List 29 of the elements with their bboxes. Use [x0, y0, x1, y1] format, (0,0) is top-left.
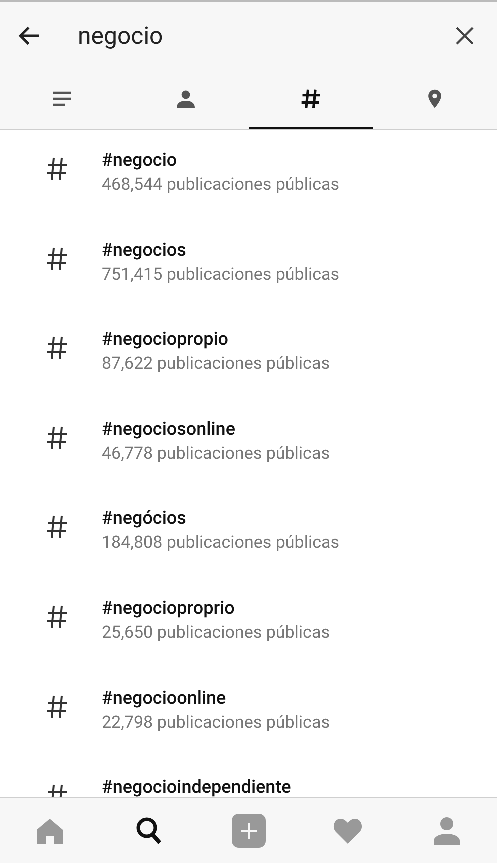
post-count: 87,622 publicaciones públicas	[102, 353, 330, 376]
home-icon[interactable]	[34, 816, 65, 844]
profile-icon[interactable]	[432, 816, 462, 844]
hashtag-icon	[46, 694, 68, 720]
hashtag-icon	[46, 604, 68, 630]
hashtag-name[interactable]: #negocioproprio	[102, 598, 330, 620]
hashtag-icon	[300, 88, 322, 110]
hashtag-name[interactable]: #negócios	[102, 508, 340, 530]
hashtag-name[interactable]: #negociosonline	[102, 418, 330, 441]
hashtag-name[interactable]: #negocioindependiente	[102, 777, 292, 797]
heart-icon[interactable]	[332, 818, 363, 844]
hashtag-name[interactable]: #negocios	[102, 240, 340, 262]
hashtag-icon	[46, 156, 68, 182]
post-count: 468,544 publicaciones públicas	[102, 174, 340, 197]
post-count: 184,808 publicaciones públicas	[102, 532, 340, 556]
post-count: 46,778 publicaciones públicas	[102, 442, 330, 466]
hashtag-name[interactable]: #negociopropio	[102, 329, 330, 352]
hashtag-icon	[46, 246, 68, 272]
post-count: 25,650 publicaciones públicas	[102, 622, 330, 645]
post-count: 751,415 publicaciones públicas	[102, 264, 340, 287]
hashtag-name[interactable]: #negocioonline	[102, 688, 330, 710]
hashtag-name[interactable]: #negocio	[102, 150, 340, 172]
hashtag-icon	[46, 514, 68, 540]
search-field[interactable]: negocio	[78, 18, 378, 54]
add-post-icon[interactable]	[232, 814, 266, 848]
hashtag-icon	[46, 424, 68, 451]
search-icon[interactable]	[135, 816, 164, 846]
post-count: 22,798 publicaciones públicas	[102, 712, 330, 735]
hashtag-icon	[46, 335, 68, 362]
